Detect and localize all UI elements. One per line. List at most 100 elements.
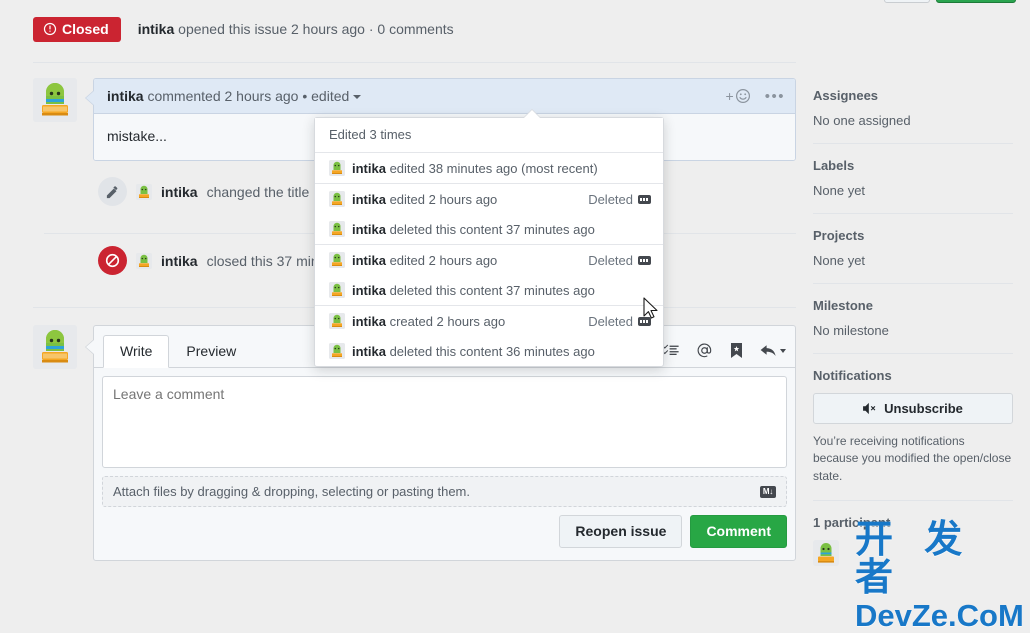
add-reaction-button[interactable]: + [726,88,751,104]
top-button-strip [0,0,1030,10]
edit-history-item-action: edited 2 hours ago [385,191,498,207]
edit-history-item[interactable]: intika edited 2 hours ago Deleted [315,184,663,214]
sidebar-divider [813,143,1013,144]
avatar [329,221,345,237]
tab-write[interactable]: Write [103,335,170,368]
comment-input[interactable] [102,376,787,468]
labels-value: None yet [813,183,866,198]
pencil-icon [98,177,127,206]
status-summary-text: opened this issue 2 hours ago · 0 commen… [174,21,454,37]
status-author[interactable]: intika [138,21,175,37]
edit-history-group: intika edited 38 minutes ago (most recen… [315,153,663,184]
edit-history-item-action: deleted this content 36 minutes ago [385,343,595,359]
markdown-icon[interactable]: M↓ [759,485,776,498]
edit-history-deleted-badge: Deleted [588,314,651,329]
edit-history-item-text: intika deleted this content 37 minutes a… [352,222,595,237]
edit-history-group: intika edited 2 hours ago Deleted intika d… [315,245,663,306]
edit-history-item-author: intika [352,252,386,268]
edit-history-item[interactable]: intika created 2 hours ago Deleted [315,306,663,336]
user-avatar-icon [33,78,77,122]
edit-history-item[interactable]: intika edited 38 minutes ago (most recen… [315,153,663,183]
edit-history-groups: intika edited 38 minutes ago (most recen… [315,153,663,366]
mention-icon[interactable] [696,342,713,359]
smiley-icon [735,88,750,104]
notifications-note: You’re receiving notifications because y… [813,434,1012,483]
avatar[interactable] [136,183,152,200]
edit-history-item-author: intika [352,221,386,237]
assignees-title[interactable]: Assignees [813,88,1013,103]
edit-history-item[interactable]: intika deleted this content 37 minutes a… [315,214,663,244]
cursor-arrow-icon [643,297,658,319]
top-secondary-button[interactable] [884,0,930,3]
avatar[interactable] [136,252,152,269]
markdown-toolbar [663,342,786,367]
attach-files-dropzone[interactable]: Attach files by dragging & dropping, sel… [102,476,787,507]
task-list-icon[interactable] [663,343,679,359]
comment-menu-button[interactable]: ••• [765,89,785,104]
projects-title[interactable]: Projects [813,228,1013,243]
notifications-title: Notifications [813,368,892,383]
comment-author[interactable]: intika [107,88,144,104]
reply-dropdown[interactable] [760,344,786,358]
avatar [329,313,345,329]
labels-title[interactable]: Labels [813,158,1013,173]
comment-submit-button[interactable]: Comment [690,515,787,549]
top-primary-button[interactable] [936,0,1016,3]
mouse-cursor [643,297,659,320]
avatar[interactable] [33,78,77,122]
status-badge-label: Closed [62,20,109,37]
saved-replies-icon[interactable] [730,342,743,359]
sidebar-section-labels: Labels None yet [813,158,1013,213]
edit-history-item-action: deleted this content 37 minutes ago [385,282,595,298]
timeline-author[interactable]: intika [161,253,198,269]
tab-preview[interactable]: Preview [169,335,253,368]
edit-history-item-author: intika [352,191,386,207]
sidebar-divider [813,500,1013,502]
timeline-author[interactable]: intika [161,184,198,200]
edit-history-item-action: edited 2 hours ago [385,252,498,268]
edited-history-toggle[interactable]: edited [311,88,349,104]
edit-history-item[interactable]: intika deleted this content 36 minutes a… [315,336,663,366]
reopen-issue-button[interactable]: Reopen issue [559,515,683,549]
sidebar-section-assignees: Assignees No one assigned [813,88,1013,143]
edit-history-group: intika edited 2 hours ago Deleted intika d… [315,184,663,245]
avatar[interactable] [813,540,839,567]
avatar [329,160,345,176]
comment-form-actions: Reopen issue Comment [94,515,795,560]
edit-history-item-text: intika edited 2 hours ago [352,253,497,268]
edit-history-deleted-badge: Deleted [588,253,651,268]
edit-history-item-author: intika [352,282,386,298]
sidebar-divider [813,283,1013,284]
edit-history-item-action: deleted this content 37 minutes ago [385,221,595,237]
attach-files-label: Attach files by dragging & dropping, sel… [113,484,470,499]
milestone-value: No milestone [813,323,889,338]
milestone-title[interactable]: Milestone [813,298,1013,313]
avatar[interactable] [33,325,77,369]
edit-history-item[interactable]: intika deleted this content 37 minutes a… [315,275,663,305]
edit-history-item[interactable]: intika edited 2 hours ago Deleted [315,245,663,275]
projects-value: None yet [813,253,866,268]
participants-list [813,540,1013,567]
edit-history-item-text: intika created 2 hours ago [352,314,505,329]
user-avatar-icon [813,540,839,567]
sidebar-section-notifications: Notifications Unsubscribe You’re receivi… [813,368,1013,500]
sidebar-divider [813,213,1013,214]
comment-meta: commented 2 hours ago • [143,88,312,104]
edit-history-item-text: intika edited 2 hours ago [352,192,497,207]
edit-history-deleted-badge: Deleted [588,192,651,207]
edit-history-item-text: intika deleted this content 36 minutes a… [352,344,595,359]
sidebar-section-participants: 1 participant [813,515,1013,581]
assignees-value: No one assigned [813,113,911,128]
issue-status-line: Closed intika opened this issue 2 hours … [33,15,454,43]
comment-header: intika commented 2 hours ago • edited + … [94,79,795,114]
deleted-diff-icon [638,255,651,265]
sidebar-divider [813,353,1013,354]
edit-history-item-author: intika [352,343,386,359]
avatar [329,191,345,207]
chevron-down-icon[interactable] [353,95,362,100]
divider-top [33,62,796,63]
user-avatar-icon [33,325,77,369]
chevron-down-icon [780,348,786,353]
unsubscribe-button[interactable]: Unsubscribe [813,393,1013,424]
edit-history-group: intika created 2 hours ago Deleted intika … [315,306,663,366]
